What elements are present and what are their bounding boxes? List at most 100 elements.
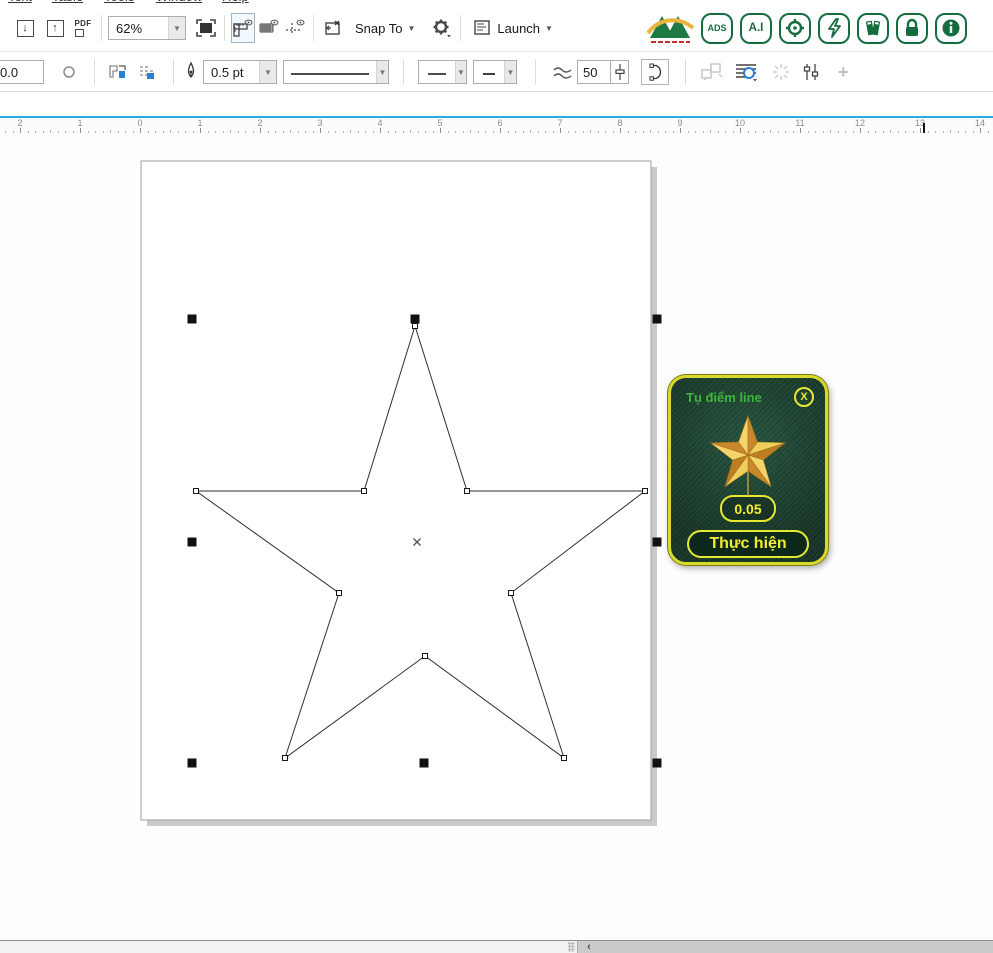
- selection-handle[interactable]: [653, 759, 662, 768]
- smoothing-value-input[interactable]: [577, 60, 611, 84]
- wrap-offset-icon[interactable]: [137, 63, 159, 81]
- selection-handle[interactable]: [653, 315, 662, 324]
- menu-window[interactable]: Window: [156, 0, 202, 4]
- smoothing-wave-icon: [552, 64, 574, 80]
- ruler-label: 0: [137, 118, 142, 128]
- curve-node[interactable]: [643, 489, 648, 494]
- drawing-canvas[interactable]: [0, 133, 993, 940]
- curve-node[interactable]: [362, 489, 367, 494]
- application-window: Text Table Tools Window Help ↓ ↑ PDF 62%…: [0, 0, 993, 953]
- selection-handle[interactable]: [420, 759, 429, 768]
- ruler-label: 4: [377, 118, 382, 128]
- start-arrowhead-combo[interactable]: ▼: [418, 60, 467, 84]
- info-button[interactable]: [935, 13, 967, 44]
- settings-target-button[interactable]: [779, 13, 811, 44]
- show-grid-toggle[interactable]: [257, 13, 281, 43]
- ruler-label: 10: [735, 118, 745, 128]
- pdf-icon: PDF: [75, 20, 92, 37]
- horizontal-scrollbar-track[interactable]: [600, 941, 993, 953]
- selection-handle[interactable]: [188, 759, 197, 768]
- selection-handle[interactable]: [188, 538, 197, 547]
- end-arrowhead-preview: [474, 65, 504, 80]
- chevron-down-icon: ▼: [407, 24, 415, 33]
- chevron-down-icon[interactable]: ▼: [376, 61, 388, 83]
- snap-to-dropdown[interactable]: Snap To ▼: [348, 13, 422, 43]
- effects-burst-icon-disabled: [770, 62, 792, 82]
- menu-tools[interactable]: Tools: [104, 0, 134, 4]
- chevron-down-icon[interactable]: ▼: [455, 61, 466, 83]
- chevron-down-icon[interactable]: ▼: [504, 61, 516, 83]
- property-bar: 0.5 pt ▼ ▼ ▼ ▼: [0, 53, 993, 92]
- outline-pen-icon: [184, 61, 198, 83]
- chevron-down-icon[interactable]: ▼: [259, 61, 276, 83]
- line-style-combo[interactable]: ▼: [283, 60, 389, 84]
- ruler-label: 1: [77, 118, 82, 128]
- curve-node[interactable]: [509, 591, 514, 596]
- selection-handle[interactable]: [653, 538, 662, 547]
- curve-node[interactable]: [194, 489, 199, 494]
- launch-icon: [474, 20, 491, 36]
- ruler-label: 6: [497, 118, 502, 128]
- ruler-label: 5: [437, 118, 442, 128]
- selection-handle[interactable]: [188, 315, 197, 324]
- document-palette[interactable]: [0, 941, 578, 953]
- wrap-text-style-icon[interactable]: [107, 63, 129, 81]
- curve-node[interactable]: [465, 489, 470, 494]
- smoothing-slider-button[interactable]: [611, 60, 629, 84]
- zoom-level-combo[interactable]: 62% ▼: [108, 16, 186, 40]
- text-wrap-button[interactable]: [734, 62, 760, 82]
- import-icon: ↓: [17, 20, 34, 37]
- line-style-preview: [284, 65, 376, 80]
- panel-title: Tụ điểm line: [686, 390, 762, 405]
- license-lock-button[interactable]: [896, 13, 928, 44]
- quick-actions-button[interactable]: [818, 13, 850, 44]
- close-curve-button[interactable]: [641, 59, 669, 85]
- scale-objects-icon-disabled: [700, 62, 724, 82]
- target-gear-icon: [785, 18, 805, 38]
- launch-dropdown[interactable]: Launch ▼: [467, 13, 560, 43]
- tu-diem-line-panel[interactable]: Tụ điểm line X 0.05 Thực hiện: [668, 375, 828, 565]
- ai-button[interactable]: A.I: [740, 13, 772, 44]
- publish-pdf-button[interactable]: PDF: [71, 13, 95, 43]
- page-shadow-right: [651, 167, 657, 826]
- treat-as-filled-button[interactable]: [320, 13, 344, 43]
- import-button[interactable]: ↓: [13, 13, 37, 43]
- ruler-label: 14: [975, 118, 985, 128]
- curve-node[interactable]: [562, 756, 567, 761]
- standard-toolbar: ↓ ↑ PDF 62% ▼: [0, 5, 993, 52]
- options-button[interactable]: [430, 13, 454, 43]
- curve-node[interactable]: [337, 591, 342, 596]
- menu-text[interactable]: Text: [8, 0, 32, 4]
- end-arrowhead-combo[interactable]: ▼: [473, 60, 517, 84]
- chevron-down-icon[interactable]: ▼: [168, 17, 185, 39]
- bottom-scrollbar-row: ‹: [0, 940, 993, 953]
- curve-node[interactable]: [423, 654, 428, 659]
- add-preset-plus-icon-disabled: +: [838, 62, 849, 83]
- menu-table[interactable]: Table: [52, 0, 83, 4]
- resize-grip-icon[interactable]: [568, 942, 575, 952]
- library-button[interactable]: [857, 13, 889, 44]
- export-button[interactable]: ↑: [43, 13, 67, 43]
- lightning-icon: [826, 18, 843, 38]
- outline-width-combo[interactable]: 0.5 pt ▼: [203, 60, 277, 84]
- scroll-left-button[interactable]: ‹: [578, 941, 600, 953]
- object-position-input[interactable]: [0, 60, 44, 84]
- selection-handle[interactable]: [411, 315, 420, 324]
- lock-icon: [903, 18, 921, 38]
- export-icon: ↑: [47, 20, 64, 37]
- panel-close-button[interactable]: X: [794, 387, 814, 407]
- ruler-label: 11: [795, 118, 804, 128]
- show-guidelines-toggle[interactable]: [283, 13, 307, 43]
- fullscreen-preview-button[interactable]: [194, 13, 218, 43]
- show-rulers-toggle[interactable]: [231, 13, 255, 43]
- curve-node[interactable]: [283, 756, 288, 761]
- menu-help[interactable]: Help: [222, 0, 249, 4]
- zoom-level-value: 62%: [109, 21, 168, 36]
- ellipse-node-icon[interactable]: [62, 65, 76, 79]
- ads-button[interactable]: ADS: [701, 13, 733, 44]
- horizontal-ruler[interactable]: 2101234567891011121314: [0, 116, 993, 133]
- object-properties-sliders-icon[interactable]: [800, 62, 822, 82]
- ruler-label: 7: [557, 118, 562, 128]
- execute-button[interactable]: Thực hiện: [687, 530, 809, 558]
- curve-node[interactable]: [413, 324, 418, 329]
